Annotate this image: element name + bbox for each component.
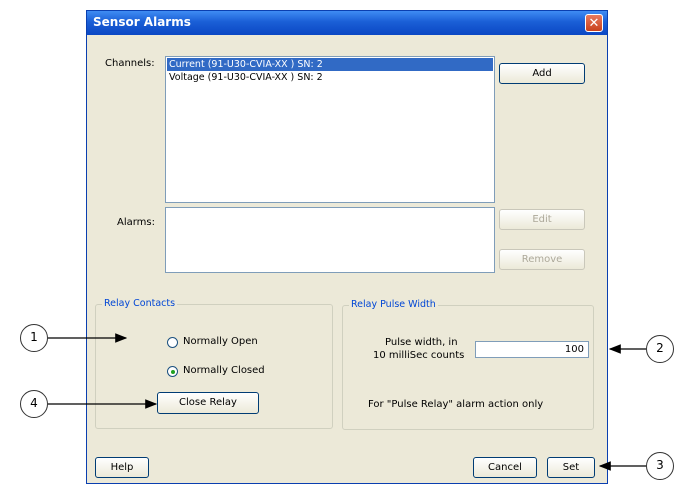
callout-1: 1 xyxy=(20,324,48,352)
callout-2: 2 xyxy=(646,335,674,363)
callout-4: 4 xyxy=(20,390,48,418)
callout-arrows xyxy=(48,333,646,471)
callout-3: 3 xyxy=(646,452,674,480)
